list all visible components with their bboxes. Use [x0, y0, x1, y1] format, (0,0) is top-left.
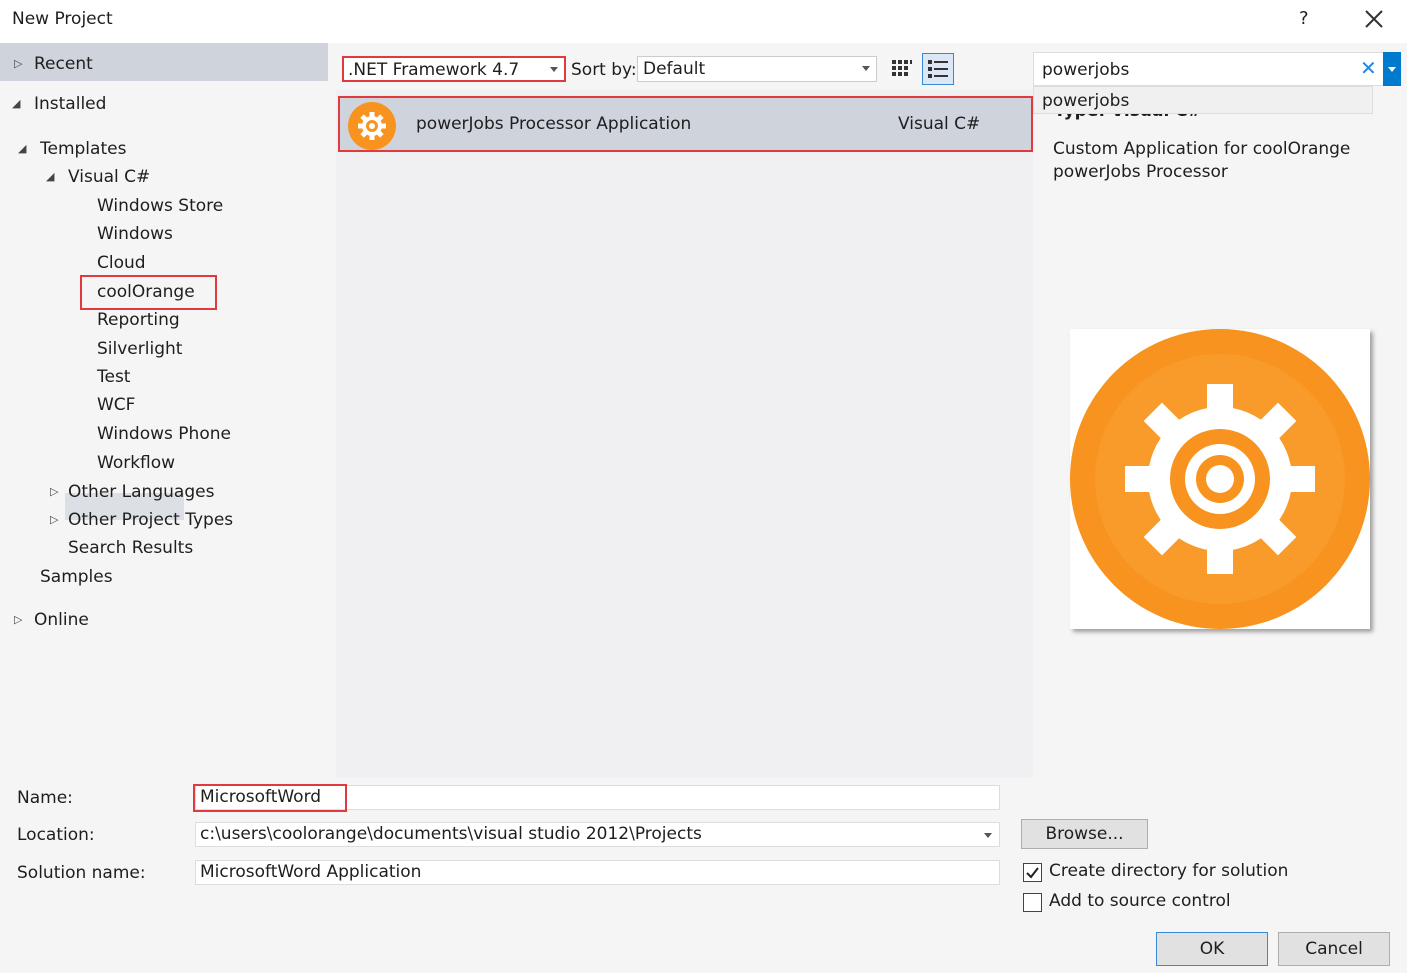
expand-arrow-icon: ▷ — [14, 613, 23, 626]
search-value: powerjobs — [1042, 60, 1130, 80]
location-label: Location: — [17, 825, 95, 845]
suggestion-text: powerjobs — [1042, 91, 1130, 111]
tree-label: Other Project Types — [68, 510, 234, 530]
list-view-icon[interactable] — [922, 53, 954, 85]
sort-by-label: Sort by: — [571, 60, 637, 80]
dialog-title: New Project — [12, 9, 113, 29]
tree-node-search-results[interactable]: Search Results — [68, 535, 193, 561]
tree-node-windows[interactable]: Windows — [97, 221, 173, 247]
ok-button[interactable]: OK — [1156, 932, 1268, 966]
small-icons-view-icon[interactable] — [885, 53, 917, 85]
chevron-down-icon — [862, 66, 870, 71]
gear-icon — [1070, 329, 1370, 629]
tree-label: Other Languages — [68, 482, 215, 502]
tree-label: Online — [34, 610, 89, 630]
chevron-down-icon — [550, 67, 558, 72]
tree-node-workflow[interactable]: Workflow — [97, 450, 175, 476]
template-item-powerjobs[interactable]: powerJobs Processor Application Visual C… — [338, 96, 1033, 152]
tree-node-cloud[interactable]: Cloud — [97, 250, 146, 276]
create-directory-checkbox[interactable] — [1023, 863, 1042, 882]
search-input[interactable]: powerjobs — [1033, 52, 1401, 86]
search-options-button[interactable] — [1383, 52, 1401, 86]
browse-label: Browse... — [1045, 824, 1124, 844]
collapse-arrow-icon: ◢ — [46, 170, 55, 183]
tree-node-silverlight[interactable]: Silverlight — [97, 336, 182, 362]
tree-label: Recent — [34, 54, 93, 74]
solution-name-field[interactable]: MicrosoftWord Application — [195, 860, 1000, 885]
chevron-down-icon — [1388, 67, 1396, 72]
template-preview-image — [1070, 329, 1370, 629]
source-control-checkbox[interactable] — [1023, 893, 1042, 912]
expand-arrow-icon: ▷ — [50, 485, 59, 498]
location-field[interactable]: c:\users\coolorange\documents\visual stu… — [195, 822, 1000, 847]
framework-dropdown[interactable]: .NET Framework 4.7 — [342, 56, 566, 82]
sort-value: Default — [643, 59, 706, 79]
template-list — [336, 90, 1033, 778]
solution-name-value: MicrosoftWord Application — [200, 862, 422, 882]
tree-label: Templates — [40, 139, 127, 159]
sort-dropdown[interactable]: Default — [637, 56, 877, 82]
close-icon[interactable] — [1362, 7, 1386, 31]
location-value: c:\users\coolorange\documents\visual stu… — [200, 824, 702, 844]
tree-node-windows-store[interactable]: Windows Store — [97, 193, 223, 219]
source-control-label: Add to source control — [1049, 891, 1231, 911]
checkmark-icon — [1026, 867, 1039, 879]
name-highlight-box — [193, 784, 347, 812]
cancel-button[interactable]: Cancel — [1278, 932, 1390, 966]
framework-value: .NET Framework 4.7 — [348, 60, 520, 80]
template-description: Custom Application for coolOrange powerJ… — [1053, 139, 1351, 182]
ok-label: OK — [1199, 939, 1225, 959]
create-directory-label: Create directory for solution — [1049, 861, 1289, 881]
template-name: powerJobs Processor Application — [416, 114, 692, 134]
collapse-arrow-icon: ◢ — [18, 142, 27, 155]
tree-node-test[interactable]: Test — [97, 364, 130, 390]
tree-node-wcf[interactable]: WCF — [97, 392, 135, 418]
tree-node-samples[interactable]: Samples — [40, 564, 113, 590]
cancel-label: Cancel — [1305, 939, 1363, 959]
browse-button[interactable]: Browse... — [1021, 819, 1148, 849]
expand-arrow-icon: ▷ — [14, 57, 23, 70]
gear-icon — [348, 102, 396, 150]
title-bar: New Project ? — [0, 0, 1407, 43]
template-language: Visual C# — [898, 114, 981, 134]
coolorange-highlight-box — [80, 275, 217, 310]
chevron-down-icon — [984, 833, 992, 838]
collapse-arrow-icon: ◢ — [12, 97, 21, 110]
expand-arrow-icon: ▷ — [50, 513, 59, 526]
clear-search-icon[interactable]: ✕ — [1360, 56, 1378, 80]
search-suggestion[interactable]: powerjobs — [1033, 86, 1373, 114]
solution-name-label: Solution name: — [17, 863, 146, 883]
help-button[interactable]: ? — [1299, 8, 1309, 29]
tree-label: Installed — [34, 94, 107, 114]
tree-node-windows-phone[interactable]: Windows Phone — [97, 421, 231, 447]
tree-node-reporting[interactable]: Reporting — [97, 307, 180, 333]
tree-label: Visual C# — [68, 167, 151, 187]
name-label: Name: — [17, 788, 73, 808]
